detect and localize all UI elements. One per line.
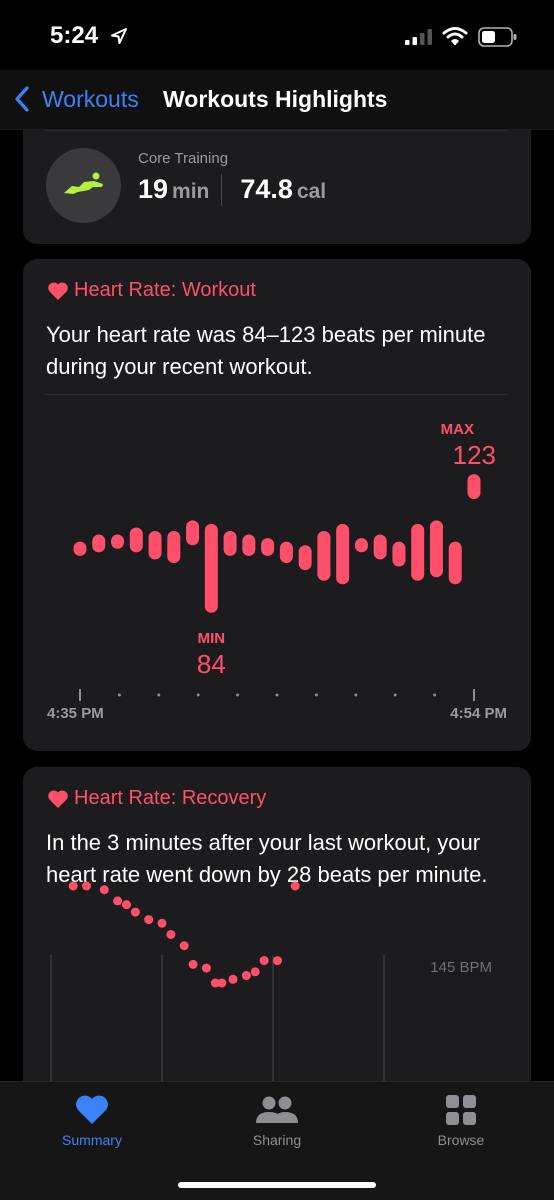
heart-rate-bar — [129, 527, 143, 553]
home-indicator — [178, 1182, 376, 1188]
tab-label: Summary — [62, 1132, 122, 1148]
axis-dot — [157, 693, 161, 697]
grid-icon — [446, 1095, 476, 1125]
recovery-point — [99, 885, 109, 895]
min-value: 84 — [197, 649, 226, 679]
workout-stats: 19 min 74.8 cal — [138, 174, 326, 206]
workout-icon-circle — [46, 148, 121, 223]
heart-rate-bar — [223, 531, 237, 556]
y-max-label: 145 BPM — [430, 959, 492, 976]
back-button[interactable]: Workouts — [42, 86, 139, 113]
heart-rate-range-chart: 4:35 PM 4:54 PM MIN 84 MAX 123 — [47, 421, 507, 722]
recovery-point — [130, 907, 140, 917]
tab-label: Browse — [437, 1132, 485, 1148]
duration-unit: min — [172, 180, 210, 203]
heart-rate-bar — [354, 538, 368, 553]
max-value: 123 — [453, 440, 496, 470]
heart-rate-bar — [373, 534, 387, 560]
page-title: Workouts Highlights — [163, 86, 388, 112]
status-bar: 5:24 — [0, 0, 554, 70]
heart-rate-bar — [429, 520, 443, 578]
recovery-point — [188, 959, 198, 969]
recovery-point — [290, 881, 300, 891]
axis-dot — [275, 693, 279, 697]
location-arrow-icon — [111, 28, 127, 44]
recovery-point — [82, 881, 92, 891]
x-axis-end-label: 4:54 PM — [450, 705, 507, 722]
heart-rate-workout-card[interactable]: Heart Rate: Workout Your heart rate was … — [23, 259, 531, 751]
tab-browse[interactable]: Browse — [391, 1094, 531, 1148]
recovery-point — [121, 900, 131, 910]
heart-rate-bar — [167, 531, 181, 563]
tab-sharing[interactable]: Sharing — [207, 1094, 347, 1148]
heart-rate-bar — [392, 541, 406, 567]
workout-type: Core Training — [138, 150, 229, 167]
heart-rate-bar — [317, 531, 331, 581]
recovery-point — [157, 918, 167, 928]
calories-unit: cal — [296, 180, 327, 203]
core-training-icon — [64, 172, 103, 194]
heart-rate-bar — [73, 541, 87, 556]
navigation-bar: Workouts Workouts Highlights — [0, 70, 554, 130]
recovery-point — [179, 941, 189, 951]
axis-dot — [433, 693, 437, 697]
recovery-point — [144, 915, 154, 925]
heart-rate-bar — [336, 523, 350, 585]
status-time: 5:24 — [50, 22, 99, 49]
battery-icon — [478, 27, 517, 47]
axis-dot — [196, 693, 200, 697]
duration-value: 19 — [138, 174, 169, 204]
heart-rate-bar — [186, 520, 200, 546]
heart-rate-bar — [92, 534, 106, 553]
divider — [45, 130, 509, 131]
chevron-left-icon[interactable] — [12, 84, 32, 114]
people-icon — [256, 1096, 298, 1123]
heart-rate-bar — [261, 538, 275, 556]
min-label: MIN — [198, 630, 226, 647]
heart-rate-bar — [279, 541, 293, 563]
workout-summary-card[interactable]: Core Training 19 min 74.8 cal — [23, 130, 531, 244]
heart-rate-bar — [448, 541, 462, 585]
axis-dot — [314, 693, 318, 697]
heart-rate-bar — [411, 523, 425, 581]
axis-dot — [236, 693, 240, 697]
recovery-point — [272, 956, 282, 966]
heart-rate-bar — [111, 534, 125, 549]
heart-icon — [76, 1095, 108, 1124]
tab-label: Sharing — [252, 1132, 302, 1148]
recovery-point — [166, 930, 176, 939]
tab-summary[interactable]: Summary — [22, 1094, 162, 1148]
axis-dot — [117, 693, 121, 697]
recovery-point — [68, 881, 78, 891]
axis-dot — [354, 693, 358, 697]
recovery-point — [201, 963, 211, 973]
heart-rate-bar — [242, 534, 256, 556]
recovery-point — [228, 974, 238, 984]
recovery-point — [113, 896, 123, 906]
max-label: MAX — [441, 421, 474, 438]
x-axis-start-label: 4:35 PM — [47, 705, 104, 722]
wifi-icon — [442, 27, 468, 46]
heart-rate-bar — [298, 545, 312, 571]
stat-separator — [221, 174, 223, 206]
heart-rate-bar — [467, 474, 481, 499]
axis-dot — [393, 693, 397, 697]
calories-value: 74.8 — [240, 174, 293, 204]
recovery-point — [259, 956, 269, 966]
signal-icon — [405, 29, 432, 45]
recovery-point — [241, 971, 251, 981]
recovery-point — [250, 967, 260, 977]
heart-rate-bar — [148, 531, 162, 560]
heart-rate-bar — [204, 523, 218, 613]
recovery-point — [217, 978, 227, 988]
